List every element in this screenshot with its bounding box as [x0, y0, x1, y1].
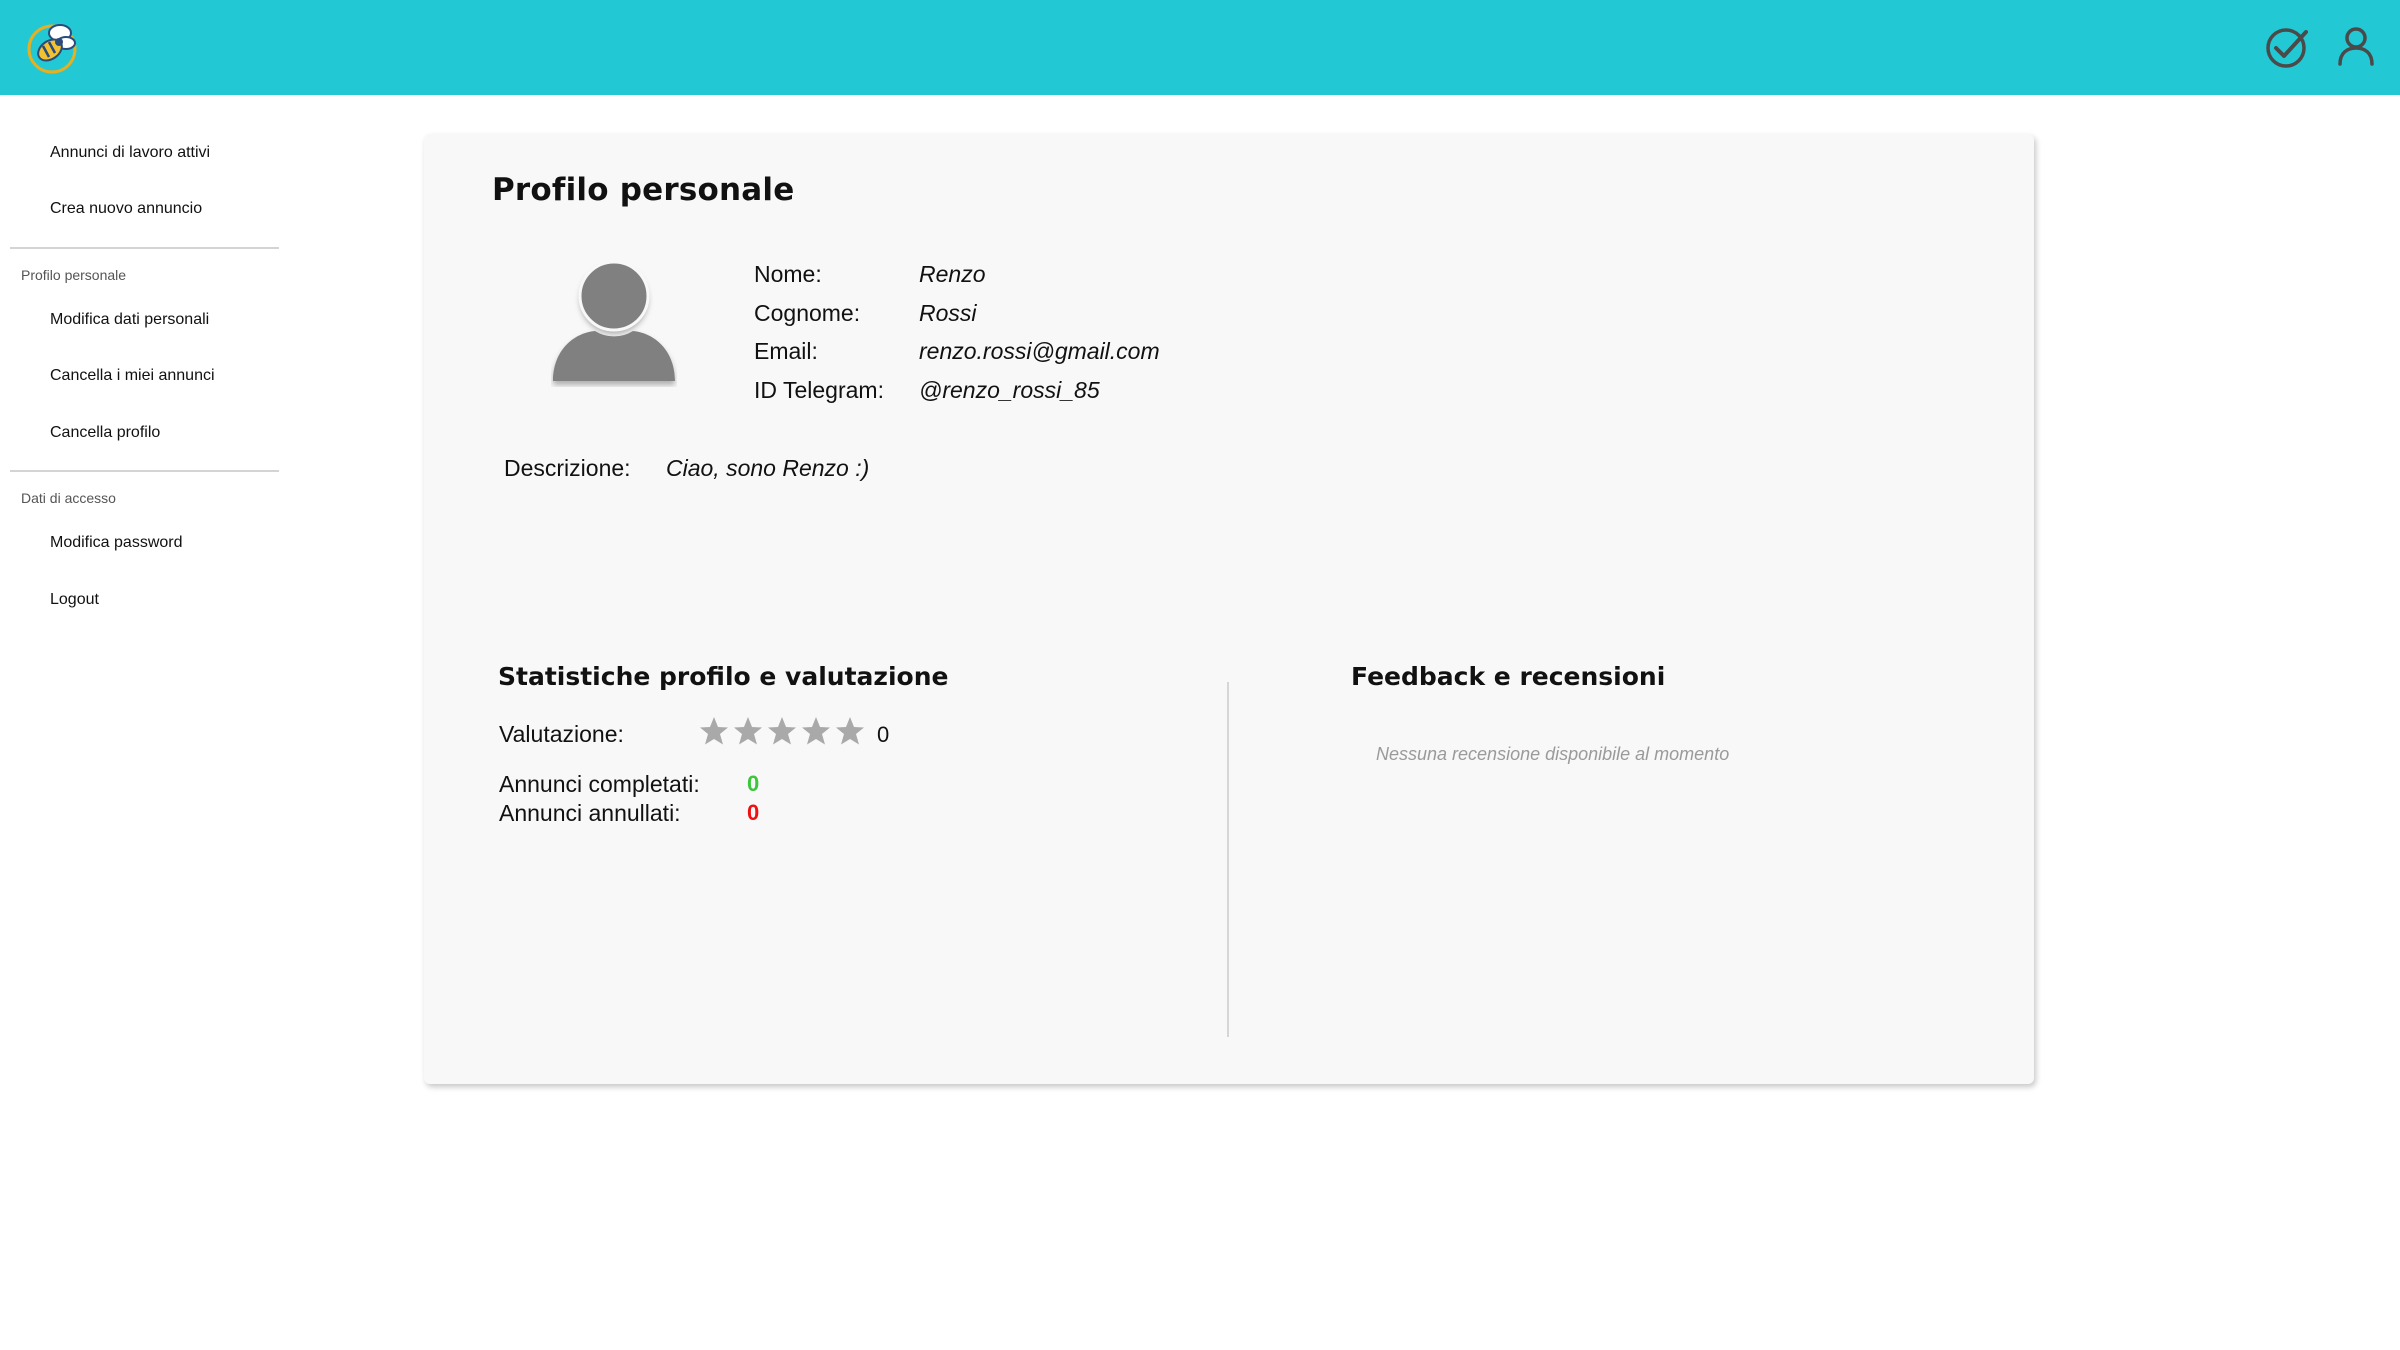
rating-value: 0	[877, 722, 890, 747]
field-label-nome: Nome:	[754, 261, 822, 287]
user-icon[interactable]	[2330, 20, 2382, 72]
rating-label: Valutazione:	[499, 721, 624, 747]
sidebar-item-edit-personal-data[interactable]: Modifica dati personali	[50, 311, 209, 329]
field-value-cognome: Rossi	[919, 300, 977, 326]
star-icon	[768, 717, 796, 745]
section-divider	[1227, 682, 1229, 1037]
sidebar-item-delete-my-ads[interactable]: Cancella i miei annunci	[50, 367, 215, 385]
star-icon	[802, 717, 830, 745]
sidebar-item-logout[interactable]: Logout	[50, 591, 99, 609]
field-value-nome: Renzo	[919, 261, 986, 287]
top-navbar	[0, 0, 2400, 95]
sidebar-divider	[10, 470, 279, 472]
avatar-icon	[551, 259, 677, 387]
check-circle-icon[interactable]	[2262, 20, 2314, 72]
description-label: Descrizione:	[504, 455, 631, 481]
sidebar-divider	[10, 247, 279, 249]
page-title: Profilo personale	[492, 172, 795, 208]
star-icon	[700, 717, 728, 745]
field-label-email: Email:	[754, 338, 818, 364]
star-icon	[734, 717, 762, 745]
cancelled-value: 0	[747, 800, 760, 825]
completed-value: 0	[747, 771, 760, 796]
feedback-title: Feedback e recensioni	[1351, 662, 1666, 691]
cancelled-label: Annunci annullati:	[499, 800, 681, 826]
sidebar-item-delete-profile[interactable]: Cancella profilo	[50, 424, 160, 442]
field-label-cognome: Cognome:	[754, 300, 861, 326]
field-label-telegram: ID Telegram:	[754, 377, 884, 403]
sidebar-heading-access: Dati di accesso	[21, 490, 116, 506]
completed-label: Annunci completati:	[499, 771, 700, 797]
sidebar-item-create-job[interactable]: Crea nuovo annuncio	[50, 200, 202, 218]
rating-stars	[699, 716, 865, 752]
sidebar-heading-profile: Profilo personale	[21, 267, 127, 283]
stats-title: Statistiche profilo e valutazione	[498, 662, 949, 691]
field-value-email: renzo.rossi@gmail.com	[919, 338, 1160, 364]
star-icon	[836, 717, 864, 745]
no-reviews-message: Nessuna recensione disponibile al moment…	[1376, 744, 1730, 764]
field-value-telegram: @renzo_rossi_85	[919, 377, 1100, 403]
sidebar-item-active-jobs[interactable]: Annunci di lavoro attivi	[50, 144, 210, 162]
description-value: Ciao, sono Renzo :)	[666, 455, 870, 481]
sidebar-item-change-password[interactable]: Modifica password	[50, 534, 183, 552]
bee-logo-icon[interactable]	[22, 16, 84, 78]
profile-card: Profilo personale Nome: Renzo Cognome: R…	[424, 134, 2034, 1084]
